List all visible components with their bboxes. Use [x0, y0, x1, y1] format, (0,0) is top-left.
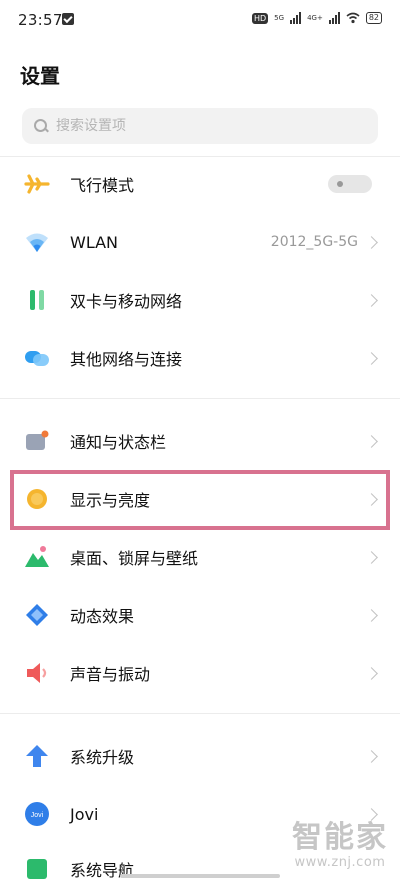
settings-item-label: 显示与亮度	[70, 491, 151, 510]
settings-item-notifications[interactable]: 通知与状态栏	[0, 412, 400, 470]
settings-item-display-brightness[interactable]: 显示与亮度	[0, 470, 400, 528]
page-title: 设置	[20, 64, 60, 88]
connection-icon	[25, 351, 49, 366]
chevron-right-icon	[365, 293, 378, 307]
settings-item-label: 双卡与移动网络	[70, 292, 183, 311]
upgrade-arrow-icon	[26, 745, 48, 767]
speaker-icon	[27, 663, 47, 683]
message-notification-icon	[62, 13, 74, 25]
hd-voice-badge: HD	[251, 12, 269, 24]
brightness-sun-icon	[27, 489, 47, 509]
signal-strength-icon	[290, 12, 302, 24]
settings-item-dual-sim[interactable]: 双卡与移动网络	[0, 271, 400, 329]
settings-item-label: 系统升级	[70, 748, 135, 767]
settings-item-airplane-mode[interactable]: 飞行模式	[0, 155, 400, 213]
notification-icon	[26, 430, 49, 450]
settings-item-label: 飞行模式	[70, 176, 135, 195]
chevron-right-icon	[365, 492, 378, 506]
signal-strength-icon-2	[328, 12, 340, 24]
settings-item-label: Jovi	[70, 804, 99, 824]
chevron-right-icon	[365, 351, 378, 365]
network-type-4g: 4G+	[307, 14, 323, 22]
settings-item-label: 桌面、锁屏与壁纸	[70, 549, 199, 568]
settings-item-label: 其他网络与连接	[70, 350, 183, 369]
chevron-right-icon	[365, 666, 378, 680]
watermark-logo-text: 智能家	[292, 820, 388, 855]
network-type-5g: 5G	[274, 14, 285, 22]
search-icon	[34, 119, 48, 133]
jovi-icon: Jovi	[25, 802, 49, 826]
wallpaper-icon	[25, 546, 49, 567]
status-time: 23:57	[18, 11, 63, 29]
settings-item-system-update[interactable]: 系统升级	[0, 727, 400, 785]
settings-item-label: 动态效果	[70, 607, 135, 626]
airplane-icon	[24, 174, 50, 194]
jovi-icon-text: Jovi	[31, 812, 44, 819]
chevron-right-icon	[365, 749, 378, 763]
divider	[0, 713, 400, 714]
status-indicators: HD 5G 4G+ 82	[251, 12, 382, 24]
watermark: 智能家 www.znj.com	[292, 820, 388, 871]
chevron-right-icon	[365, 807, 378, 821]
home-indicator[interactable]	[120, 874, 280, 878]
wlan-connected-network: 2012_5G-5G	[270, 234, 358, 250]
navigation-icon	[27, 859, 47, 879]
settings-item-animation-effects[interactable]: 动态效果	[0, 586, 400, 644]
animation-icon	[26, 604, 48, 626]
settings-item-desktop-wallpaper[interactable]: 桌面、锁屏与壁纸	[0, 528, 400, 586]
settings-item-wlan[interactable]: WLAN 2012_5G-5G	[0, 213, 400, 271]
battery-icon: 82	[365, 12, 382, 24]
settings-item-other-networks[interactable]: 其他网络与连接	[0, 329, 400, 387]
settings-item-sound-vibration[interactable]: 声音与振动	[0, 644, 400, 702]
settings-item-label: 通知与状态栏	[70, 433, 167, 452]
wifi-icon	[26, 233, 48, 252]
chevron-right-icon	[365, 550, 378, 564]
status-bar: 23:57 HD 5G 4G+ 82	[0, 0, 400, 40]
search-input[interactable]	[56, 118, 356, 134]
dual-sim-arrows-icon	[30, 290, 44, 310]
settings-item-label: 声音与振动	[70, 665, 151, 684]
settings-item-label: WLAN	[70, 232, 119, 252]
wifi-icon	[346, 12, 360, 24]
chevron-right-icon	[365, 608, 378, 622]
chevron-right-icon	[365, 235, 378, 249]
watermark-url: www.znj.com	[294, 855, 386, 870]
search-bar[interactable]	[22, 108, 378, 144]
chevron-right-icon	[365, 434, 378, 448]
airplane-mode-toggle[interactable]	[328, 175, 372, 193]
divider	[0, 398, 400, 399]
